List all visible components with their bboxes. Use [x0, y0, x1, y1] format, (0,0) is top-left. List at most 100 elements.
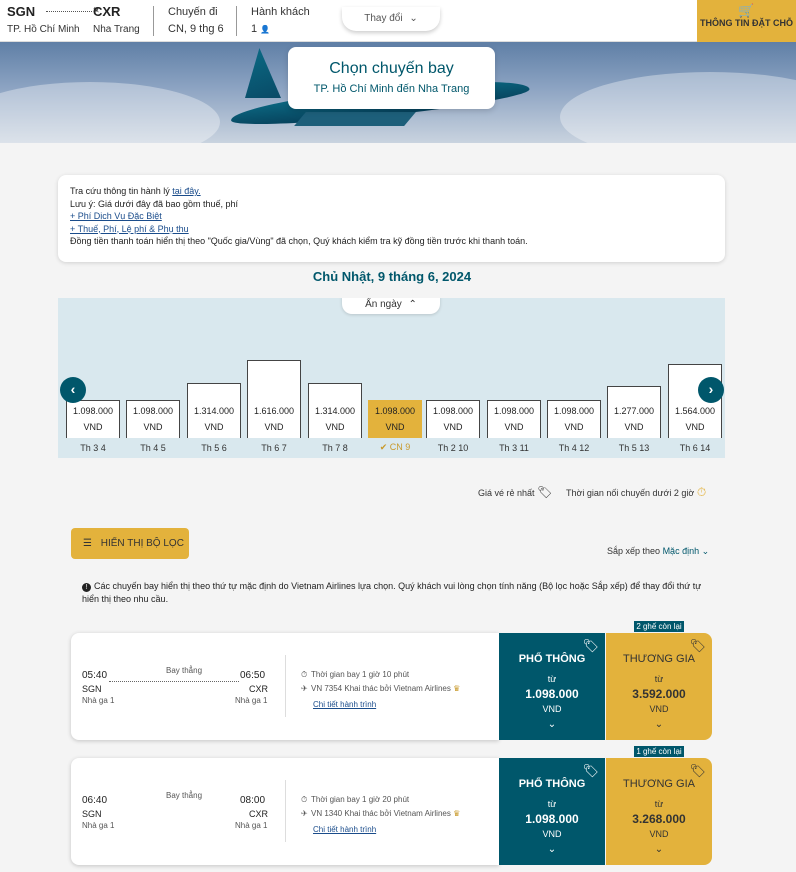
- arrival-code: CXR: [249, 684, 269, 694]
- arrival-terminal: Nhà ga 1: [235, 696, 268, 705]
- destination-code: CXR: [93, 4, 121, 19]
- booking-info-button[interactable]: 🛒 THÔNG TIN ĐẶT CHỖ: [697, 0, 796, 42]
- calendar-day-label: Th 3 11: [487, 443, 541, 453]
- fare-class-name: THƯƠNG GIA: [623, 653, 695, 665]
- hide-dates-button[interactable]: Ẩn ngày ⌃: [342, 298, 440, 314]
- chevron-down-icon: ⌄: [654, 844, 664, 855]
- calendar-next-arrow[interactable]: ›: [698, 377, 724, 403]
- airplane-wing-image: [294, 112, 416, 126]
- calendar-day-price: 1.098.000: [72, 406, 114, 416]
- calendar-prev-arrow[interactable]: ‹: [60, 377, 86, 403]
- flight-type: Bay thẳng: [165, 666, 203, 675]
- calendar-day[interactable]: 1.098.000 VND Th 4 12: [547, 298, 601, 458]
- calendar-day-price: 1.098.000: [553, 406, 595, 416]
- calendar-day-label: Th 5 6: [187, 443, 241, 453]
- calendar-day[interactable]: 1.098.000 VND ✔ CN 9: [368, 298, 422, 458]
- itinerary-detail-link[interactable]: Chi tiết hành trình: [313, 825, 376, 834]
- itinerary-detail-link[interactable]: Chi tiết hành trình: [313, 700, 376, 709]
- route-line: [109, 681, 239, 682]
- price-tag-icon: 🏷: [537, 485, 553, 499]
- calendar-day-price: 1.616.000: [253, 406, 295, 416]
- flight-type: Bay thẳng: [165, 791, 203, 800]
- business-fare-button[interactable]: 🏷 THƯƠNG GIA từ 3.268.000 VND ⌄: [606, 758, 712, 865]
- trip-date: CN, 9 thg 6: [168, 23, 224, 35]
- seats-left-badge: 2 ghế còn lại: [634, 621, 684, 632]
- business-fare-button[interactable]: 🏷 THƯƠNG GIA từ 3.592.000 VND ⌄: [606, 633, 712, 740]
- economy-fare-button[interactable]: 🏷 PHỔ THÔNG từ 1.098.000 VND ⌄: [499, 758, 605, 865]
- sort-dropdown[interactable]: Sắp xếp theo Mặc định ⌄: [607, 546, 709, 557]
- stopwatch-icon: ⏱: [301, 795, 308, 804]
- legend-connection: Thời gian nối chuyến dưới 2 giờ ⏱: [566, 485, 706, 500]
- tax-fee-link[interactable]: + Thuế, Phí, Lệ phí & Phụ thu: [70, 224, 189, 234]
- calendar-day[interactable]: 1.098.000 VND Th 4 5: [126, 298, 180, 458]
- arrival-terminal: Nhà ga 1: [235, 821, 268, 830]
- calendar-day[interactable]: 1.277.000 VND Th 5 13: [607, 298, 661, 458]
- calendar-day[interactable]: 1.314.000 VND Th 7 8: [308, 298, 362, 458]
- calendar-day[interactable]: 1.314.000 VND Th 5 6: [187, 298, 241, 458]
- calendar-day-bar: 1.098.000 VND: [487, 400, 541, 438]
- flight-number: ✈ VN 1340 Khai thác bởi Vietnam Airlines …: [301, 809, 460, 818]
- show-filter-button[interactable]: ☰ HIỂN THỊ BỘ LỌC: [71, 528, 189, 559]
- hero-card: Chọn chuyến bay TP. Hồ Chí Minh đến Nha …: [288, 47, 495, 109]
- calendar-day-bar: 1.098.000 VND: [66, 400, 120, 438]
- destination-city: Nha Trang: [93, 24, 140, 35]
- calendar-day[interactable]: 1.098.000 VND Th 2 10: [426, 298, 480, 458]
- chevron-down-icon: ⌄: [409, 13, 418, 24]
- flight-card[interactable]: 05:40 SGN Nhà ga 1 Bay thẳng 06:50 CXR Nhà ga …: [71, 633, 499, 740]
- fare-price: 1.098.000: [525, 812, 579, 826]
- fare-from-label: từ: [654, 799, 664, 809]
- chevron-down-icon: ⌄: [547, 844, 557, 855]
- calendar-day-price: 1.277.000: [613, 406, 655, 416]
- calendar-day-bar: 1.098.000 VND: [368, 400, 422, 438]
- calendar-day[interactable]: 1.098.000 VND Th 3 11: [487, 298, 541, 458]
- departure-time: 05:40: [82, 670, 108, 681]
- price-calendar: 1.564.000 VND Th 6 14 1.277.000 VND Th 5 13 1.…: [58, 298, 725, 458]
- info-icon: !: [82, 583, 91, 592]
- booking-info-label: THÔNG TIN ĐẶT CHỖ: [700, 18, 793, 28]
- cloud-decoration: [560, 72, 796, 143]
- calendar-day-label-text: Th 3 4: [80, 443, 106, 453]
- airplane-tail-image: [245, 48, 281, 98]
- fare-class-name: PHỔ THÔNG: [518, 653, 586, 665]
- flight-number-text: VN 1340 Khai thác bởi Vietnam Airlines: [311, 809, 451, 818]
- fare-price: 3.268.000: [632, 812, 686, 826]
- destination: CXR Nha Trang: [93, 4, 140, 35]
- stopwatch-icon: ⏱: [696, 485, 707, 499]
- sort-notice-text: Các chuyến bay hiển thị theo thứ tự mặc …: [82, 581, 702, 604]
- calendar-day-label: Th 5 13: [607, 443, 661, 453]
- change-search-button[interactable]: Thay đổi ⌄: [342, 7, 440, 31]
- calendar-day-currency: VND: [385, 422, 405, 432]
- special-fee-link[interactable]: + Phí Dịch Vụ Đặc Biệt: [70, 211, 162, 221]
- check-circle-icon: ✔: [379, 442, 390, 452]
- calendar-day-label-text: CN 9: [389, 442, 411, 452]
- top-bar: SGN TP. Hồ Chí Minh ✈ CXR Nha Trang Chuy…: [0, 0, 796, 42]
- calendar-day-currency: VND: [83, 422, 103, 432]
- calendar-day-label-text: Th 6 7: [261, 443, 287, 453]
- calendar-day[interactable]: 1.616.000 VND Th 6 7: [247, 298, 301, 458]
- calendar-day-bar: 1.314.000 VND: [308, 383, 362, 438]
- calendar-day-price: 1.098.000: [432, 406, 474, 416]
- price-note: Lưu ý: Giá dưới đây đã bao gồm thuế, phí: [70, 198, 239, 209]
- route-line: [46, 11, 92, 12]
- economy-fare-button[interactable]: 🏷 PHỔ THÔNG từ 1.098.000 VND ⌄: [499, 633, 605, 740]
- flight-duration-text: Thời gian bay 1 giờ 10 phút: [311, 670, 410, 679]
- calendar-day-label: Th 6 14: [668, 443, 722, 453]
- arrival-time: 08:00: [240, 795, 266, 806]
- calendar-day-bar: 1.098.000 VND: [547, 400, 601, 438]
- chevron-down-icon: ⌄: [654, 719, 664, 730]
- flight-card[interactable]: 06:40 SGN Nhà ga 1 Bay thẳng 08:00 CXR Nhà ga …: [71, 758, 499, 865]
- calendar-day-currency: VND: [504, 422, 524, 432]
- page-title: Chọn chuyến bay: [329, 60, 454, 77]
- stopwatch-icon: ⏱: [301, 670, 308, 679]
- arrival-code: CXR: [249, 809, 269, 819]
- passenger-count: 1 👤: [251, 23, 310, 35]
- person-icon: 👤: [260, 25, 271, 34]
- calendar-day-label-text: Th 6 14: [679, 443, 711, 453]
- flight-duration-text: Thời gian bay 1 giờ 20 phút: [311, 795, 410, 804]
- calendar-day-bar: 1.314.000 VND: [187, 383, 241, 438]
- calendar-day-label: ✔ CN 9: [368, 442, 422, 453]
- baggage-link[interactable]: tại đây.: [172, 186, 200, 196]
- info-box: Tra cứu thông tin hành lý tại đây. Lưu ý…: [58, 175, 725, 262]
- departure-terminal: Nhà ga 1: [82, 696, 115, 705]
- trip-label: Chuyến đi: [168, 6, 218, 18]
